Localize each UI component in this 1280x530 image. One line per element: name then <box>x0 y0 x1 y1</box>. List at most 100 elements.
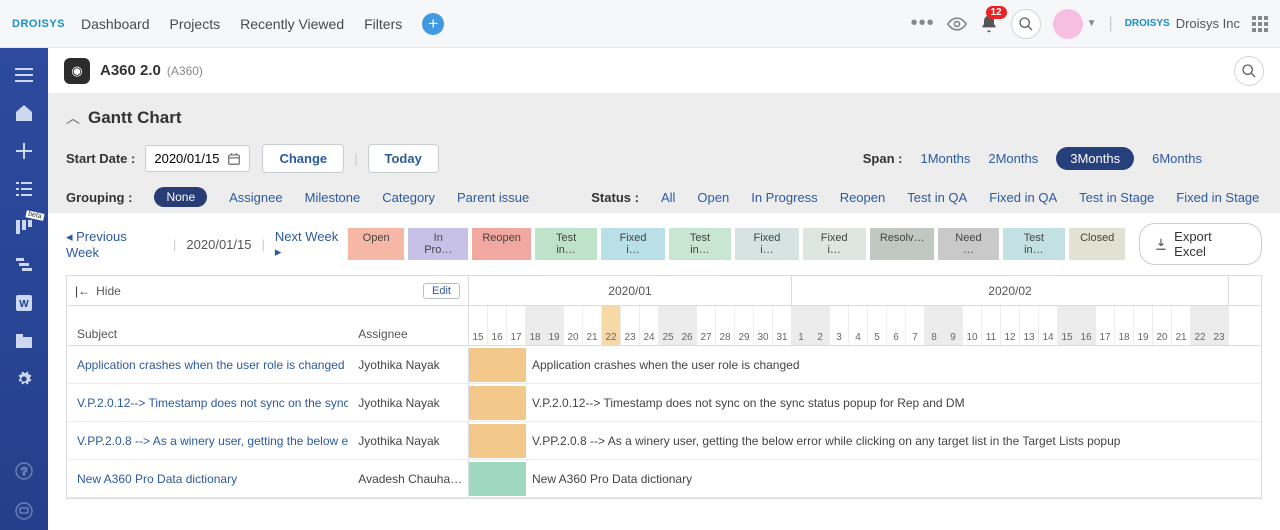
gantt-icon[interactable] <box>0 246 48 284</box>
day-header: 22 <box>602 306 621 345</box>
home-icon[interactable] <box>0 94 48 132</box>
gantt-bar[interactable]: V.P.2.0.12--> Timestamp does not sync on… <box>469 386 965 420</box>
legend-11[interactable]: Closed <box>1069 228 1125 260</box>
issue-subject[interactable]: V.P.2.0.12--> Timestamp does not sync on… <box>67 384 348 421</box>
grouping-assignee[interactable]: Assignee <box>229 190 282 205</box>
legend-10[interactable]: Test in… <box>1003 228 1066 260</box>
legend-6[interactable]: Fixed i… <box>735 228 798 260</box>
list-icon[interactable] <box>0 170 48 208</box>
collapse-icon[interactable]: ︿ <box>66 108 80 128</box>
status-inprogress[interactable]: In Progress <box>751 190 817 205</box>
add-icon[interactable] <box>0 132 48 170</box>
grouping-parent[interactable]: Parent issue <box>457 190 529 205</box>
span-1m[interactable]: 1Months <box>921 151 971 166</box>
grouping-none[interactable]: None <box>154 187 207 207</box>
status-label: Status : <box>591 190 639 205</box>
span-6m[interactable]: 6Months <box>1152 151 1202 166</box>
span-2m[interactable]: 2Months <box>988 151 1038 166</box>
start-date-label: Start Date : <box>66 151 135 166</box>
status-reopen[interactable]: Reopen <box>840 190 886 205</box>
apps-icon[interactable] <box>1252 16 1268 32</box>
export-excel-button[interactable]: Export Excel <box>1139 223 1262 265</box>
gantt-bar[interactable]: Application crashes when the user role i… <box>469 348 800 382</box>
status-test-stage[interactable]: Test in Stage <box>1079 190 1154 205</box>
page-title: Gantt Chart <box>88 108 182 128</box>
legend-8[interactable]: Resolv… <box>870 228 934 260</box>
current-week-date: 2020/01/15 <box>186 237 251 252</box>
day-header: 25 <box>659 306 678 345</box>
day-header: 10 <box>963 306 982 345</box>
status-test-qa[interactable]: Test in QA <box>907 190 967 205</box>
chat-icon[interactable] <box>0 492 48 530</box>
day-header: 30 <box>754 306 773 345</box>
help-icon[interactable]: ? <box>0 452 48 490</box>
gantt-bar[interactable]: V.PP.2.0.8 --> As a winery user, getting… <box>469 424 1120 458</box>
legend-2[interactable]: Reopen <box>472 228 530 260</box>
legend-row: ◂ Previous Week | 2020/01/15 | Next Week… <box>48 213 1280 275</box>
user-menu[interactable]: ▼ <box>1053 9 1097 39</box>
change-button[interactable]: Change <box>262 144 344 173</box>
day-header: 1 <box>792 306 811 345</box>
issue-subject[interactable]: New A360 Pro Data dictionary <box>67 460 348 497</box>
col-header-assignee: Assignee <box>348 306 468 345</box>
day-header: 24 <box>640 306 659 345</box>
settings-icon[interactable] <box>0 360 48 398</box>
board-icon[interactable]: beta <box>0 208 48 246</box>
day-header: 23 <box>1210 306 1229 345</box>
project-search-icon[interactable] <box>1234 56 1264 86</box>
today-button[interactable]: Today <box>368 144 439 173</box>
nav-filters[interactable]: Filters <box>364 16 402 32</box>
day-header: 18 <box>1115 306 1134 345</box>
nav-dashboard[interactable]: Dashboard <box>81 16 150 32</box>
day-header: 16 <box>488 306 507 345</box>
notifications-icon[interactable]: 12 <box>979 14 999 34</box>
nav-projects[interactable]: Projects <box>170 16 221 32</box>
watch-icon[interactable] <box>947 14 967 34</box>
divider: | <box>1109 15 1113 33</box>
collapse-panel-icon[interactable]: |← <box>75 284 90 298</box>
table-row: V.P.2.0.12--> Timestamp does not sync on… <box>67 384 1261 422</box>
more-icon[interactable]: ••• <box>911 12 935 35</box>
legend-3[interactable]: Test in… <box>535 228 598 260</box>
status-fixed-qa[interactable]: Fixed in QA <box>989 190 1057 205</box>
legend-4[interactable]: Fixed i… <box>601 228 664 260</box>
legend-0[interactable]: Open <box>348 228 404 260</box>
nav-recently-viewed[interactable]: Recently Viewed <box>240 16 344 32</box>
issue-assignee: Avadesh Chauha… <box>348 460 468 497</box>
svg-text:W: W <box>19 299 29 310</box>
issue-subject[interactable]: Application crashes when the user role i… <box>67 346 348 383</box>
edit-button[interactable]: Edit <box>423 283 460 299</box>
day-header: 20 <box>564 306 583 345</box>
hide-label[interactable]: Hide <box>96 284 121 298</box>
gantt-bar[interactable]: New A360 Pro Data dictionary <box>469 462 692 496</box>
legend-7[interactable]: Fixed i… <box>803 228 866 260</box>
legend-5[interactable]: Test in… <box>669 228 732 260</box>
day-header: 21 <box>1172 306 1191 345</box>
company-name: Droisys Inc <box>1176 16 1240 31</box>
files-icon[interactable] <box>0 322 48 360</box>
wiki-icon[interactable]: W <box>0 284 48 322</box>
legend-9[interactable]: Need … <box>938 228 998 260</box>
menu-icon[interactable] <box>0 56 48 94</box>
day-header: 26 <box>678 306 697 345</box>
start-date-input[interactable]: 2020/01/15 <box>145 145 250 172</box>
search-icon[interactable] <box>1011 9 1041 39</box>
issue-subject[interactable]: V.PP.2.0.8 --> As a winery user, getting… <box>67 422 348 459</box>
day-header: 17 <box>507 306 526 345</box>
day-header: 15 <box>469 306 488 345</box>
status-fixed-stage[interactable]: Fixed in Stage <box>1176 190 1259 205</box>
day-header: 31 <box>773 306 792 345</box>
span-3m[interactable]: 3Months <box>1056 147 1134 170</box>
add-button[interactable]: + <box>422 13 444 35</box>
table-row: Application crashes when the user role i… <box>67 346 1261 384</box>
status-all[interactable]: All <box>661 190 675 205</box>
legend-1[interactable]: In Pro… <box>408 228 468 260</box>
issue-assignee: Jyothika Nayak <box>348 422 468 459</box>
grouping-milestone[interactable]: Milestone <box>305 190 361 205</box>
grouping-category[interactable]: Category <box>382 190 435 205</box>
gantt-bar-label: V.PP.2.0.8 --> As a winery user, getting… <box>532 434 1120 448</box>
status-open[interactable]: Open <box>697 190 729 205</box>
next-week[interactable]: Next Week ▸ <box>275 229 348 260</box>
prev-week[interactable]: ◂ Previous Week <box>66 229 163 260</box>
table-row: New A360 Pro Data dictionaryAvadesh Chau… <box>67 460 1261 498</box>
